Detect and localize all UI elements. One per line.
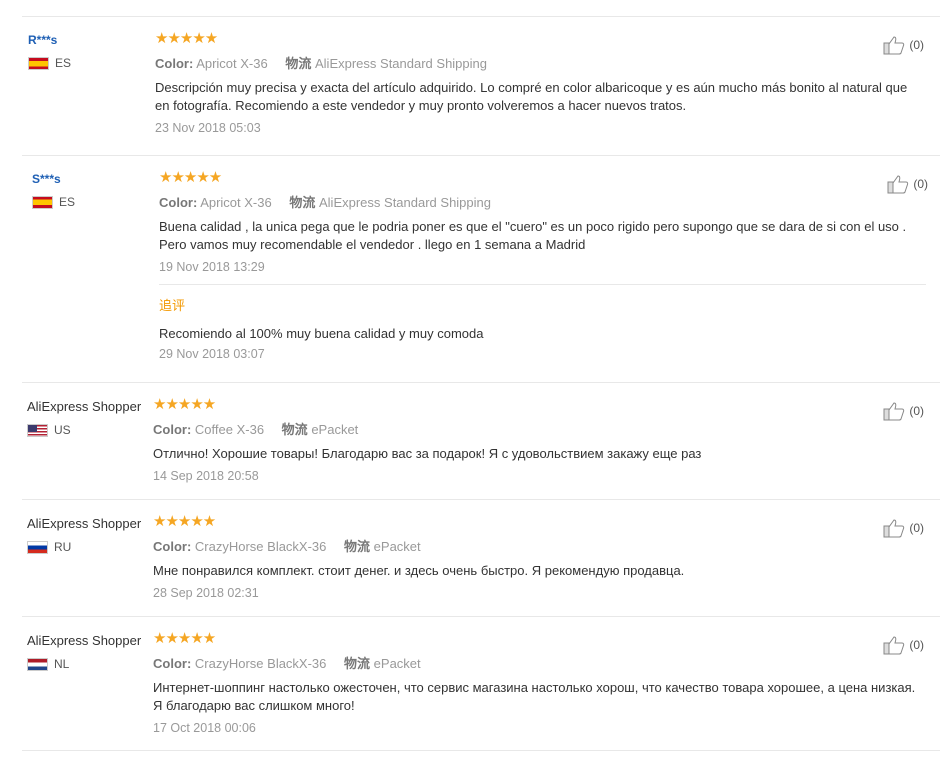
helpful-button[interactable]: (0) bbox=[883, 635, 924, 655]
color-label: Color: bbox=[153, 656, 192, 671]
usa-flag-icon bbox=[27, 423, 48, 437]
review-item: AliExpress Shopper NL ★★★★★ Color: Crazy… bbox=[22, 616, 940, 735]
color-value: Coffee X-36 bbox=[194, 422, 265, 437]
review-text: Buena calidad , la unica pega que le pod… bbox=[159, 219, 907, 252]
review-text: Мне понравился комплект. стоит денег. и … bbox=[153, 563, 685, 578]
spain-flag-icon bbox=[28, 56, 49, 70]
spain-flag-icon bbox=[32, 195, 53, 209]
review-date: 28 Sep 2018 02:31 bbox=[153, 586, 259, 600]
review-meta: Color: Coffee X-36 物流 ePacket bbox=[153, 419, 923, 438]
color-label: Color: bbox=[153, 422, 192, 437]
reviewer-country: ES bbox=[32, 195, 75, 209]
star-rating: ★★★★★ bbox=[155, 30, 218, 47]
helpful-button[interactable]: (0) bbox=[883, 518, 924, 538]
helpful-count: (0) bbox=[909, 404, 924, 418]
shipping-label: 物流 bbox=[344, 539, 371, 554]
followup-date: 29 Nov 2018 03:07 bbox=[159, 347, 265, 361]
helpful-button[interactable]: (0) bbox=[883, 401, 924, 421]
star-rating: ★★★★★ bbox=[153, 513, 216, 530]
thumbs-up-icon bbox=[887, 175, 909, 194]
star-rating: ★★★★★ bbox=[159, 169, 222, 186]
review-item: AliExpress Shopper US ★★★★★ Color: Coffe… bbox=[22, 382, 940, 483]
review-content: ★★★★★ Color: CrazyHorse BlackX-36 物流 ePa… bbox=[153, 513, 923, 601]
helpful-count: (0) bbox=[913, 177, 928, 191]
thumbs-up-icon bbox=[883, 519, 905, 538]
color-value: CrazyHorse BlackX-36 bbox=[194, 539, 327, 554]
reviewer-name: AliExpress Shopper bbox=[27, 633, 142, 648]
reviewer-country: ES bbox=[28, 56, 71, 70]
country-code: US bbox=[54, 423, 71, 437]
followup-title: 追评 bbox=[159, 298, 186, 313]
review-content: ★★★★★ Color: Coffee X-36 物流 ePacket Отли… bbox=[153, 396, 923, 484]
shipping-value: ePacket bbox=[311, 422, 359, 437]
helpful-count: (0) bbox=[909, 638, 924, 652]
review-meta: Color: CrazyHorse BlackX-36 物流 ePacket bbox=[153, 653, 923, 672]
review-item: R***s ES ★★★★★ Color: Apricot X-36 物流 Al… bbox=[22, 16, 940, 135]
shipping-label: 物流 bbox=[289, 195, 316, 210]
helpful-count: (0) bbox=[909, 38, 924, 52]
reviewer-name: AliExpress Shopper bbox=[27, 399, 142, 414]
color-label: Color: bbox=[153, 539, 192, 554]
helpful-button[interactable]: (0) bbox=[883, 35, 924, 55]
country-code: NL bbox=[54, 657, 70, 671]
review-item: AliExpress Shopper RU ★★★★★ Color: Crazy… bbox=[22, 499, 940, 600]
followup-text: Recomiendo al 100% muy buena calidad y m… bbox=[159, 326, 484, 341]
followup-review: 追评 Recomiendo al 100% muy buena calidad … bbox=[159, 284, 926, 361]
country-code: RU bbox=[54, 540, 72, 554]
review-content: ★★★★★ Color: Apricot X-36 物流 AliExpress … bbox=[155, 30, 925, 136]
color-label: Color: bbox=[159, 195, 198, 210]
reviewer-country: NL bbox=[27, 657, 141, 671]
shipping-label: 物流 bbox=[285, 56, 312, 71]
review-text: Descripción muy precisa y exacta del art… bbox=[155, 80, 908, 113]
shipping-value: ePacket bbox=[373, 539, 421, 554]
reviewer-name: AliExpress Shopper bbox=[27, 516, 142, 531]
review-text: Отлично! Хорошие товары! Благодарю вас з… bbox=[153, 446, 702, 461]
russia-flag-icon bbox=[27, 540, 48, 554]
review-date: 17 Oct 2018 00:06 bbox=[153, 721, 256, 735]
review-date: 23 Nov 2018 05:03 bbox=[155, 121, 261, 135]
country-code: ES bbox=[55, 56, 72, 70]
color-value: Apricot X-36 bbox=[196, 56, 268, 71]
reviewer-info: AliExpress Shopper NL bbox=[27, 633, 141, 671]
star-rating: ★★★★★ bbox=[153, 396, 216, 413]
reviewer-info: S***s ES bbox=[32, 172, 75, 209]
divider bbox=[22, 750, 940, 751]
review-content: ★★★★★ Color: CrazyHorse BlackX-36 物流 ePa… bbox=[153, 630, 923, 736]
thumbs-up-icon bbox=[883, 36, 905, 55]
helpful-button[interactable]: (0) bbox=[887, 174, 928, 194]
reviewer-name[interactable]: S***s bbox=[32, 172, 75, 186]
shipping-value: ePacket bbox=[373, 656, 421, 671]
review-date: 19 Nov 2018 13:29 bbox=[159, 260, 265, 274]
review-date: 14 Sep 2018 20:58 bbox=[153, 469, 259, 483]
review-meta: Color: Apricot X-36 物流 AliExpress Standa… bbox=[159, 192, 929, 211]
thumbs-up-icon bbox=[883, 636, 905, 655]
reviewer-name[interactable]: R***s bbox=[28, 33, 71, 47]
review-content: ★★★★★ Color: Apricot X-36 物流 AliExpress … bbox=[159, 170, 929, 361]
review-text: Интернет-шоппинг настолько ожесточен, чт… bbox=[153, 680, 916, 713]
shipping-value: AliExpress Standard Shipping bbox=[315, 56, 487, 71]
review-meta: Color: Apricot X-36 物流 AliExpress Standa… bbox=[155, 53, 925, 72]
shipping-value: AliExpress Standard Shipping bbox=[319, 195, 491, 210]
country-code: ES bbox=[59, 195, 76, 209]
reviewer-info: AliExpress Shopper US bbox=[27, 399, 141, 437]
shipping-label: 物流 bbox=[281, 422, 308, 437]
reviewer-info: AliExpress Shopper RU bbox=[27, 516, 141, 554]
netherlands-flag-icon bbox=[27, 657, 48, 671]
reviewer-country: US bbox=[27, 423, 141, 437]
reviewer-country: RU bbox=[27, 540, 141, 554]
shipping-label: 物流 bbox=[344, 656, 371, 671]
color-value: CrazyHorse BlackX-36 bbox=[194, 656, 327, 671]
helpful-count: (0) bbox=[909, 521, 924, 535]
color-value: Apricot X-36 bbox=[200, 195, 272, 210]
star-rating: ★★★★★ bbox=[153, 630, 216, 647]
color-label: Color: bbox=[155, 56, 194, 71]
review-item: S***s ES ★★★★★ Color: Apricot X-36 物流 Al… bbox=[22, 155, 940, 361]
thumbs-up-icon bbox=[883, 402, 905, 421]
review-meta: Color: CrazyHorse BlackX-36 物流 ePacket bbox=[153, 536, 923, 555]
reviewer-info: R***s ES bbox=[28, 33, 71, 70]
